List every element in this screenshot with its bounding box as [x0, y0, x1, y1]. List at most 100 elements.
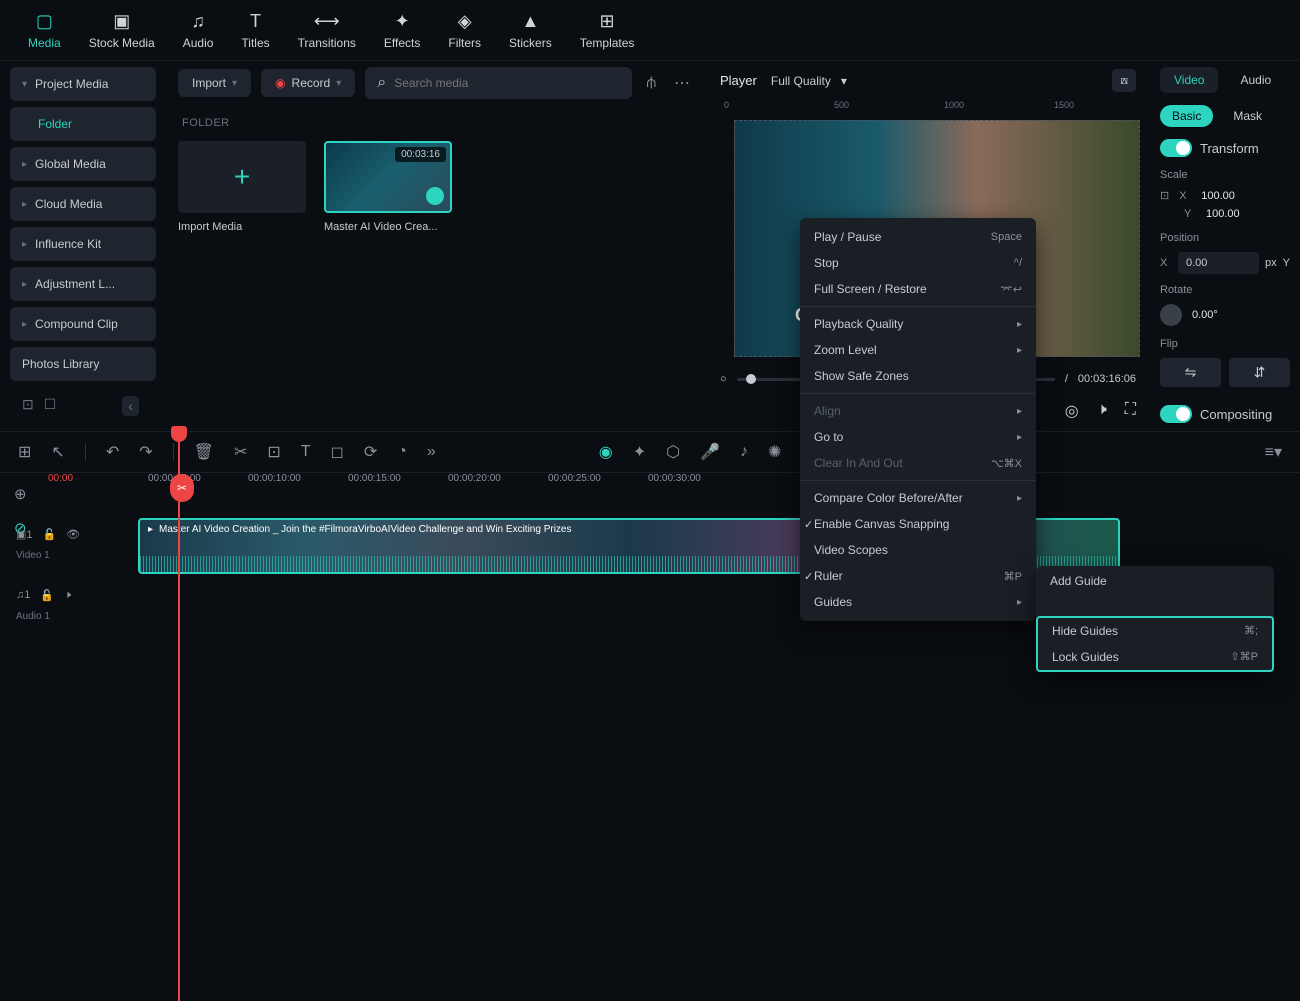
sidebar-influence-kit[interactable]: ▸Influence Kit: [10, 227, 156, 261]
sidebar-cloud-media[interactable]: ▸Cloud Media: [10, 187, 156, 221]
mask-subtab[interactable]: Mask: [1221, 105, 1274, 127]
tl-add-track[interactable]: ⊕: [0, 477, 48, 511]
cm-play-pause[interactable]: Play / PauseSpace: [800, 224, 1036, 250]
more-tools-icon[interactable]: »: [427, 443, 436, 461]
cm-goto[interactable]: Go to▸: [800, 424, 1036, 450]
cm-compare-color[interactable]: Compare Color Before/After▸: [800, 485, 1036, 511]
cm-fullscreen[interactable]: Full Screen / Restore⌤↩: [800, 276, 1036, 302]
sm-hide-guides[interactable]: Hide Guides⌘;: [1038, 618, 1272, 644]
audio-track-head[interactable]: ♫1 🔓 🕨: [0, 579, 120, 611]
text-icon[interactable]: T: [301, 443, 311, 461]
lock-icon[interactable]: 🔓: [43, 528, 57, 541]
tab-effects[interactable]: ✦Effects: [384, 10, 420, 50]
cm-video-scopes[interactable]: Video Scopes: [800, 537, 1036, 563]
sidebar-adjustment[interactable]: ▸Adjustment L...: [10, 267, 156, 301]
music-icon[interactable]: ♪: [740, 443, 748, 461]
cm-playback-quality[interactable]: Playback Quality▸: [800, 311, 1036, 337]
media-clip-tile[interactable]: 00:03:16 Master AI Video Crea...: [324, 141, 452, 233]
record-button[interactable]: ◉Record▾: [261, 69, 355, 97]
tl-select-icon[interactable]: ↖: [51, 442, 64, 462]
ai-icon[interactable]: ◉: [599, 442, 613, 462]
snapshot-button[interactable]: ◎: [1065, 401, 1079, 421]
frame-icon[interactable]: ◻: [331, 442, 344, 462]
tl-view-icon[interactable]: ≡▾: [1265, 442, 1282, 462]
chevron-down-icon: ▾: [22, 79, 27, 90]
tab-stock-media[interactable]: ▣Stock Media: [89, 10, 155, 50]
mute-icon[interactable]: 🕨: [64, 589, 71, 602]
import-media-tile[interactable]: + Import Media: [178, 141, 306, 233]
lock-icon[interactable]: ⊡: [1160, 189, 1169, 202]
folder-icon[interactable]: ☐: [44, 396, 57, 416]
cut-icon[interactable]: ✂: [234, 442, 247, 462]
filter-icon[interactable]: ⫛: [642, 70, 660, 96]
scale-y-value[interactable]: 100.00: [1206, 208, 1240, 220]
tab-audio[interactable]: ♫Audio: [183, 10, 214, 50]
check-icon: ✓: [804, 570, 813, 583]
transform-toggle[interactable]: [1160, 139, 1192, 157]
audio-tab[interactable]: Audio: [1226, 67, 1285, 93]
video-tab[interactable]: Video: [1160, 67, 1218, 93]
collapse-icon[interactable]: ‹: [122, 396, 139, 416]
quality-dropdown[interactable]: Full Quality▾: [771, 74, 847, 88]
cut-marker[interactable]: ✂: [170, 474, 194, 502]
crop-icon[interactable]: ⊡: [267, 442, 280, 462]
sidebar-photos[interactable]: Photos Library: [10, 347, 156, 381]
rotate-knob[interactable]: [1160, 304, 1182, 326]
compositing-toggle[interactable]: [1160, 405, 1192, 423]
import-button[interactable]: Import▾: [178, 69, 251, 97]
delete-icon[interactable]: 🗑: [194, 442, 214, 462]
tl-tool-b[interactable]: ⬡: [666, 442, 680, 462]
more-icon[interactable]: ⋯: [670, 69, 694, 97]
scale-x-value[interactable]: 100.00: [1201, 190, 1235, 202]
sidebar-compound[interactable]: ▸Compound Clip: [10, 307, 156, 341]
tab-media[interactable]: ▢Media: [28, 10, 61, 50]
basic-subtab[interactable]: Basic: [1160, 105, 1213, 127]
search-box[interactable]: ⌕: [365, 67, 632, 99]
pos-x-field[interactable]: 0.00: [1178, 252, 1259, 274]
volume-button[interactable]: 🕨: [1097, 401, 1107, 421]
eye-icon[interactable]: 👁: [66, 528, 80, 541]
lock-icon[interactable]: 🔓: [40, 589, 54, 602]
chevron-right-icon: ▸: [1017, 493, 1022, 504]
chevron-right-icon: ▸: [22, 279, 27, 290]
horizontal-ruler: 0 500 1000 1500: [706, 100, 1150, 120]
redo-icon[interactable]: ↷: [139, 442, 152, 462]
sm-add-guide[interactable]: Add Guide: [1036, 566, 1274, 594]
undo-icon[interactable]: ↶: [106, 442, 119, 462]
tl-tool-a[interactable]: ✦: [633, 442, 646, 462]
sidebar-project-media[interactable]: ▾Project Media: [10, 67, 156, 101]
flip-v-button[interactable]: ⇵: [1229, 358, 1290, 387]
chevron-right-icon: ▸: [22, 159, 27, 170]
sidebar-global-media[interactable]: ▸Global Media: [10, 147, 156, 181]
rotate-value[interactable]: 0.00°: [1192, 309, 1218, 321]
cm-stop[interactable]: Stop^/: [800, 250, 1036, 276]
tl-layout-icon[interactable]: ⊞: [18, 442, 31, 462]
cm-safe-zones[interactable]: Show Safe Zones: [800, 363, 1036, 389]
tab-transitions[interactable]: ⟷Transitions: [298, 10, 356, 50]
cm-zoom-level[interactable]: Zoom Level▸: [800, 337, 1036, 363]
sm-lock-guides[interactable]: Lock Guides⇧⌘P: [1038, 644, 1272, 670]
video-track-head[interactable]: ▣1🔓👁: [0, 518, 120, 550]
search-input[interactable]: [394, 76, 620, 90]
new-folder-icon[interactable]: ⊡: [22, 396, 34, 416]
playhead[interactable]: [178, 426, 180, 1001]
cm-canvas-snapping[interactable]: ✓Enable Canvas Snapping: [800, 511, 1036, 537]
tab-templates[interactable]: ⊞Templates: [580, 10, 635, 50]
flip-h-button[interactable]: ⇋: [1160, 358, 1221, 387]
cm-guides[interactable]: Guides▸: [800, 589, 1036, 615]
loop-icon[interactable]: ○: [720, 373, 727, 385]
fullscreen-button[interactable]: ⛶: [1125, 401, 1136, 421]
tab-filters[interactable]: ◈Filters: [448, 10, 481, 50]
cm-ruler[interactable]: ✓Ruler⌘P: [800, 563, 1036, 589]
filters-icon: ◈: [458, 10, 472, 32]
timeline-ruler[interactable]: 00:00 00:00:05:00 00:00:10:00 00:00:15:0…: [48, 473, 1300, 497]
scopes-icon[interactable]: ⟎: [1112, 69, 1136, 92]
tab-titles[interactable]: TTitles: [241, 10, 269, 50]
tl-tool-c[interactable]: ✺: [768, 442, 781, 462]
audio-track-icon: ♫1: [16, 589, 30, 601]
mic-icon[interactable]: 🎤: [700, 442, 720, 462]
sidebar-folder[interactable]: Folder: [10, 107, 156, 141]
speed-icon[interactable]: ⟳: [364, 442, 377, 462]
tab-stickers[interactable]: ▲Stickers: [509, 10, 552, 50]
color-icon[interactable]: ◔: [397, 443, 407, 461]
